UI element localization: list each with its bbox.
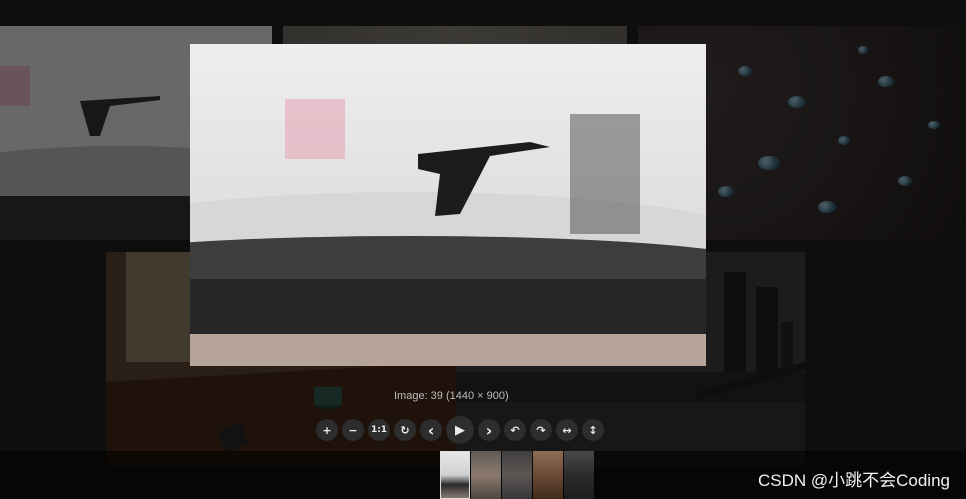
zoom-out-button[interactable]: − <box>342 419 364 441</box>
reset-rotate-icon: ↻ <box>400 423 410 437</box>
thumbnail-room[interactable] <box>533 451 563 499</box>
thumbnail-plant[interactable] <box>471 451 501 499</box>
rotate-left-icon: ↶ <box>510 423 520 437</box>
image-caption: Image: 39 (1440 × 900) <box>394 390 509 402</box>
viewer-toolbar: + − 1:1 ↻ ‹ ▶ › ↶ ↷ ↔ ↕ <box>316 416 604 444</box>
one-to-one-icon: 1:1 <box>370 425 388 435</box>
flip-horizontal-button[interactable]: ↔ <box>556 419 578 441</box>
plus-icon: + <box>322 423 332 437</box>
next-button[interactable]: › <box>478 419 500 441</box>
play-button[interactable]: ▶ <box>446 416 474 444</box>
chevron-right-icon: › <box>485 420 493 440</box>
csdn-watermark: CSDN @小跳不会Coding <box>757 471 950 490</box>
one-to-one-button[interactable]: 1:1 <box>368 419 390 441</box>
thumbnail-turntable[interactable] <box>440 451 470 499</box>
play-icon: ▶ <box>455 422 465 438</box>
flip-horizontal-icon: ↔ <box>562 423 572 437</box>
rotate-left-button[interactable]: ↶ <box>504 419 526 441</box>
flip-vertical-icon: ↕ <box>588 423 598 437</box>
turntable-photo <box>190 44 706 366</box>
thumbnail-water[interactable] <box>502 451 532 499</box>
thumbnail-strip <box>440 451 594 499</box>
viewer-image[interactable] <box>190 44 706 366</box>
rotate-right-button[interactable]: ↷ <box>530 419 552 441</box>
thumbnail-city[interactable] <box>564 451 594 499</box>
minus-icon: − <box>348 423 358 437</box>
reset-button[interactable]: ↻ <box>394 419 416 441</box>
zoom-in-button[interactable]: + <box>316 419 338 441</box>
prev-button[interactable]: ‹ <box>420 419 442 441</box>
flip-vertical-button[interactable]: ↕ <box>582 419 604 441</box>
rotate-right-icon: ↷ <box>536 423 546 437</box>
chevron-left-icon: ‹ <box>427 420 435 440</box>
